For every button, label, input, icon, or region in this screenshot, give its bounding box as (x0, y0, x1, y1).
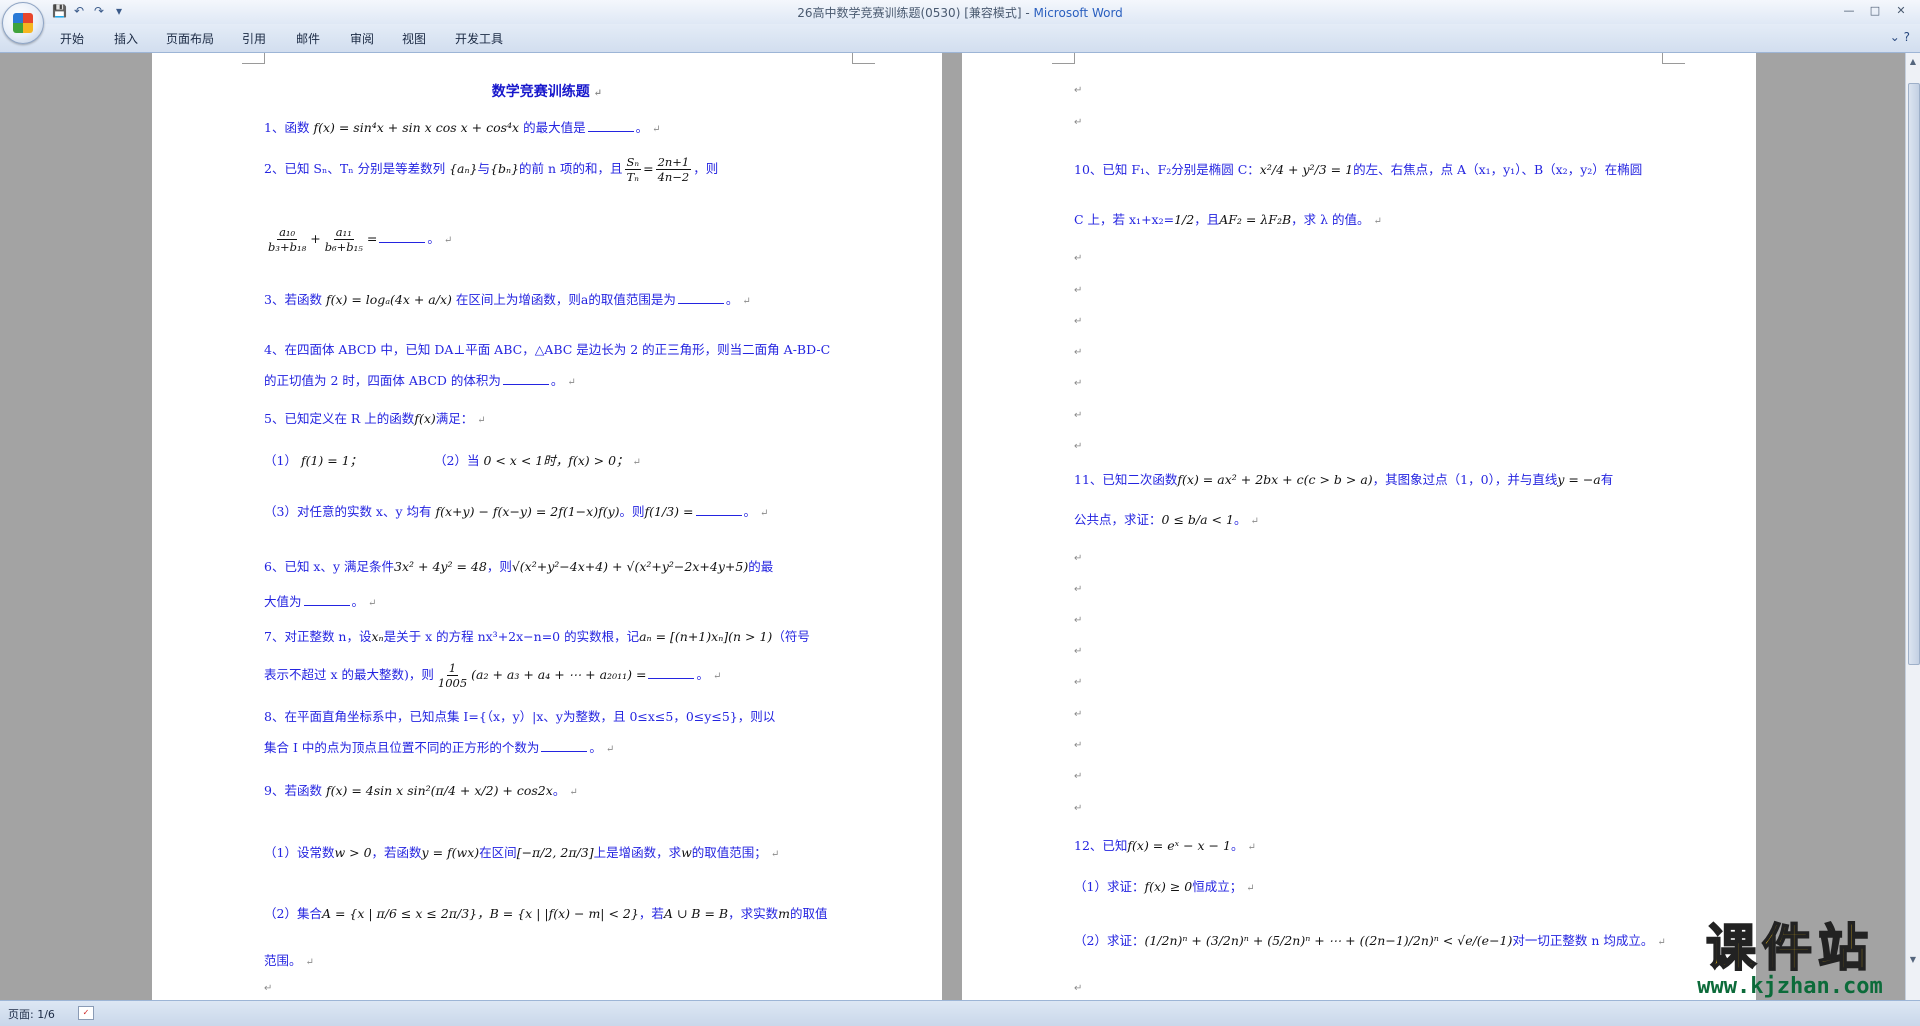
problem-5-cond-2: （2）当 0 < x < 1时，f(x) > 0； ↵ (434, 453, 641, 468)
crop-mark (242, 53, 265, 64)
tab-page-layout[interactable]: 页面布局 (166, 30, 214, 47)
paragraph-mark: ↵ (1074, 677, 1083, 688)
window-controls: — □ ✕ (1836, 2, 1914, 20)
paragraph-mark: ↵ (1074, 441, 1083, 452)
window-title: 26高中数学竞赛训练题(0530) [兼容模式] - Microsoft Wor… (0, 4, 1920, 21)
help-icon[interactable]: ⌄ ? (1890, 30, 1910, 44)
title-bar: 💾 ↶ ↷ ▾ 26高中数学竞赛训练题(0530) [兼容模式] - Micro… (0, 0, 1920, 24)
problem-2: 2、已知 Sₙ、Tₙ 分别是等差数列 {aₙ}与{bₙ}的前 n 项的和，且 Sₙ… (264, 155, 719, 184)
tab-references[interactable]: 引用 (242, 30, 266, 47)
doc-title: 数学竞赛训练题 ↵ (491, 84, 603, 100)
problem-9-part-1: （1）设常数w > 0，若函数y = f(wx)在区间[−π/2, 2π/3]上… (264, 845, 780, 860)
problem-4-line-1: 4、在四面体 ABCD 中，已知 DA⊥平面 ABC，△ABC 是边长为 2 的… (264, 342, 831, 357)
problem-3: 3、若函数 f(x) = logₐ(4x + a/x) 在区间上为增函数，则a的… (264, 292, 751, 307)
paragraph-mark: ↵ (1074, 740, 1083, 751)
office-button[interactable] (2, 2, 44, 44)
office-logo-icon (13, 13, 33, 33)
paragraph-mark: ↵ (1074, 584, 1083, 595)
problem-12-part-2: （2）求证：(1/2n)ⁿ + (3/2n)ⁿ + (5/2n)ⁿ + ⋯ + … (1074, 933, 1666, 948)
watermark-logo-text: 课件站 (1705, 919, 1874, 977)
problem-11-line-1: 11、已知二次函数f(x) = ax² + 2bx + c(c > b > a)… (1074, 472, 1614, 487)
paragraph-mark: ↵ (1074, 646, 1083, 657)
problem-10-line-1: 10、已知 F₁、F₂分别是椭圆 C：x²/4 + y²/3 = 1的左、右焦点… (1074, 162, 1643, 177)
maximize-icon[interactable]: □ (1862, 2, 1888, 20)
paragraph-mark: ↵ (1074, 615, 1083, 626)
crop-mark (1052, 53, 1075, 64)
tab-review[interactable]: 审阅 (350, 30, 374, 47)
minimize-icon[interactable]: — (1836, 2, 1862, 20)
page-2[interactable]: ↵ ↵ 10、已知 F₁、F₂分别是椭圆 C：x²/4 + y²/3 = 1的左… (962, 53, 1756, 1000)
paragraph-mark: ↵ (1074, 378, 1083, 389)
status-bar: 页面: 1/6 ✓ (0, 1000, 1920, 1026)
problem-6-line-1: 6、已知 x、y 满足条件3x² + 4y² = 48，则√(x²+y²−4x+… (264, 559, 774, 574)
page-1[interactable]: 数学竞赛训练题 ↵ 1、函数 f(x) = sin⁴x + sin x cos x… (152, 53, 942, 1000)
proofing-icon[interactable]: ✓ (78, 1006, 94, 1020)
paragraph-mark: ↵ (1074, 553, 1083, 564)
problem-5-cond-3: （3）对任意的实数 x、y 均有 f(x+y) − f(x−y) = 2f(1−… (264, 504, 769, 519)
tab-insert[interactable]: 插入 (114, 30, 138, 47)
paragraph-mark: ↵ (1074, 410, 1083, 421)
tab-view[interactable]: 视图 (402, 30, 426, 47)
paragraph-mark: ↵ (1074, 983, 1083, 994)
watermark-url: www.kjzhan.com (1697, 974, 1883, 999)
crop-mark (852, 53, 875, 64)
paragraph-mark: ↵ (1074, 771, 1083, 782)
problem-7-line-1: 7、对正整数 n，设xₙ是关于 x 的方程 nx³+2x−n=0 的实数根，记a… (264, 629, 810, 644)
problem-9-part-2: （2）集合A = {x | π/6 ≤ x ≤ 2π/3}，B = {x | |… (264, 906, 828, 921)
paragraph-mark: ↵ (1074, 709, 1083, 720)
problem-8-line-1: 8、在平面直角坐标系中，已知点集 I={（x，y）|x、y为整数，且 0≤x≤5… (264, 709, 776, 724)
problem-2-expression: a₁₀ b₃+b₁₈ + a₁₁ b₆+b₁₅ =。 ↵ (268, 225, 453, 254)
paragraph-mark: ↵ (1074, 85, 1083, 96)
close-icon[interactable]: ✕ (1888, 2, 1914, 20)
crop-mark (1662, 53, 1685, 64)
problem-7-line-2: 表示不超过 x 的最大整数)，则 1 1005 (a₂ + a₃ + a₄ + ⋯ +… (264, 661, 722, 690)
site-watermark: 课件站 www.kjzhan.com (1670, 919, 1910, 999)
paragraph-mark: ↵ (1074, 117, 1083, 128)
problem-12: 12、已知f(x) = eˣ − x − 1。 ↵ (1074, 838, 1256, 853)
problem-6-line-2: 大值为。 ↵ (264, 594, 377, 609)
document-canvas: 数学竞赛训练题 ↵ 1、函数 f(x) = sin⁴x + sin x cos x… (0, 53, 1906, 1000)
problem-12-part-1: （1）求证：f(x) ≥ 0恒成立； ↵ (1074, 879, 1255, 894)
paragraph-mark: ↵ (1074, 253, 1083, 264)
problem-9-part-2-end: 范围。 ↵ (264, 953, 314, 968)
vertical-scrollbar[interactable]: ▲ ▼ (1905, 53, 1920, 1000)
problem-4-line-2: 的正切值为 2 时，四面体 ABCD 的体积为。 ↵ (264, 373, 576, 388)
tab-mailings[interactable]: 邮件 (296, 30, 320, 47)
document-title: 26高中数学竞赛训练题(0530) [兼容模式] - (797, 6, 1034, 20)
paragraph-mark: ↵ (1074, 803, 1083, 814)
scrollbar-thumb[interactable] (1908, 83, 1920, 665)
paragraph-mark: ↵ (1074, 316, 1083, 327)
ribbon-tabs: 开始 插入 页面布局 引用 邮件 审阅 视图 开发工具 ⌄ ? (0, 24, 1920, 53)
paragraph-mark: ↵ (1074, 285, 1083, 296)
paragraph-mark: ↵ (1074, 347, 1083, 358)
scroll-up-icon[interactable]: ▲ (1907, 55, 1919, 69)
tab-home[interactable]: 开始 (60, 30, 84, 47)
page-indicator[interactable]: 页面: 1/6 (8, 1006, 55, 1022)
problem-5: 5、已知定义在 R 上的函数f(x)满足： ↵ (264, 411, 486, 426)
problem-8-line-2: 集合 I 中的点为顶点且位置不同的正方形的个数为。 ↵ (264, 740, 615, 755)
paragraph-mark: ↵ (264, 983, 273, 994)
app-name: Microsoft Word (1033, 6, 1123, 20)
problem-11-line-2: 公共点，求证：0 ≤ b/a < 1。 ↵ (1074, 512, 1259, 527)
problem-10-line-2: C 上，若 x₁+x₂=1/2，且AF₂ = λF₂B，求 λ 的值。 ↵ (1074, 212, 1382, 227)
problem-1: 1、函数 f(x) = sin⁴x + sin x cos x + cos⁴x … (264, 120, 661, 135)
problem-9: 9、若函数 f(x) = 4sin x sin²(π/4 + x/2) + co… (264, 783, 578, 798)
tab-developer[interactable]: 开发工具 (455, 30, 503, 47)
